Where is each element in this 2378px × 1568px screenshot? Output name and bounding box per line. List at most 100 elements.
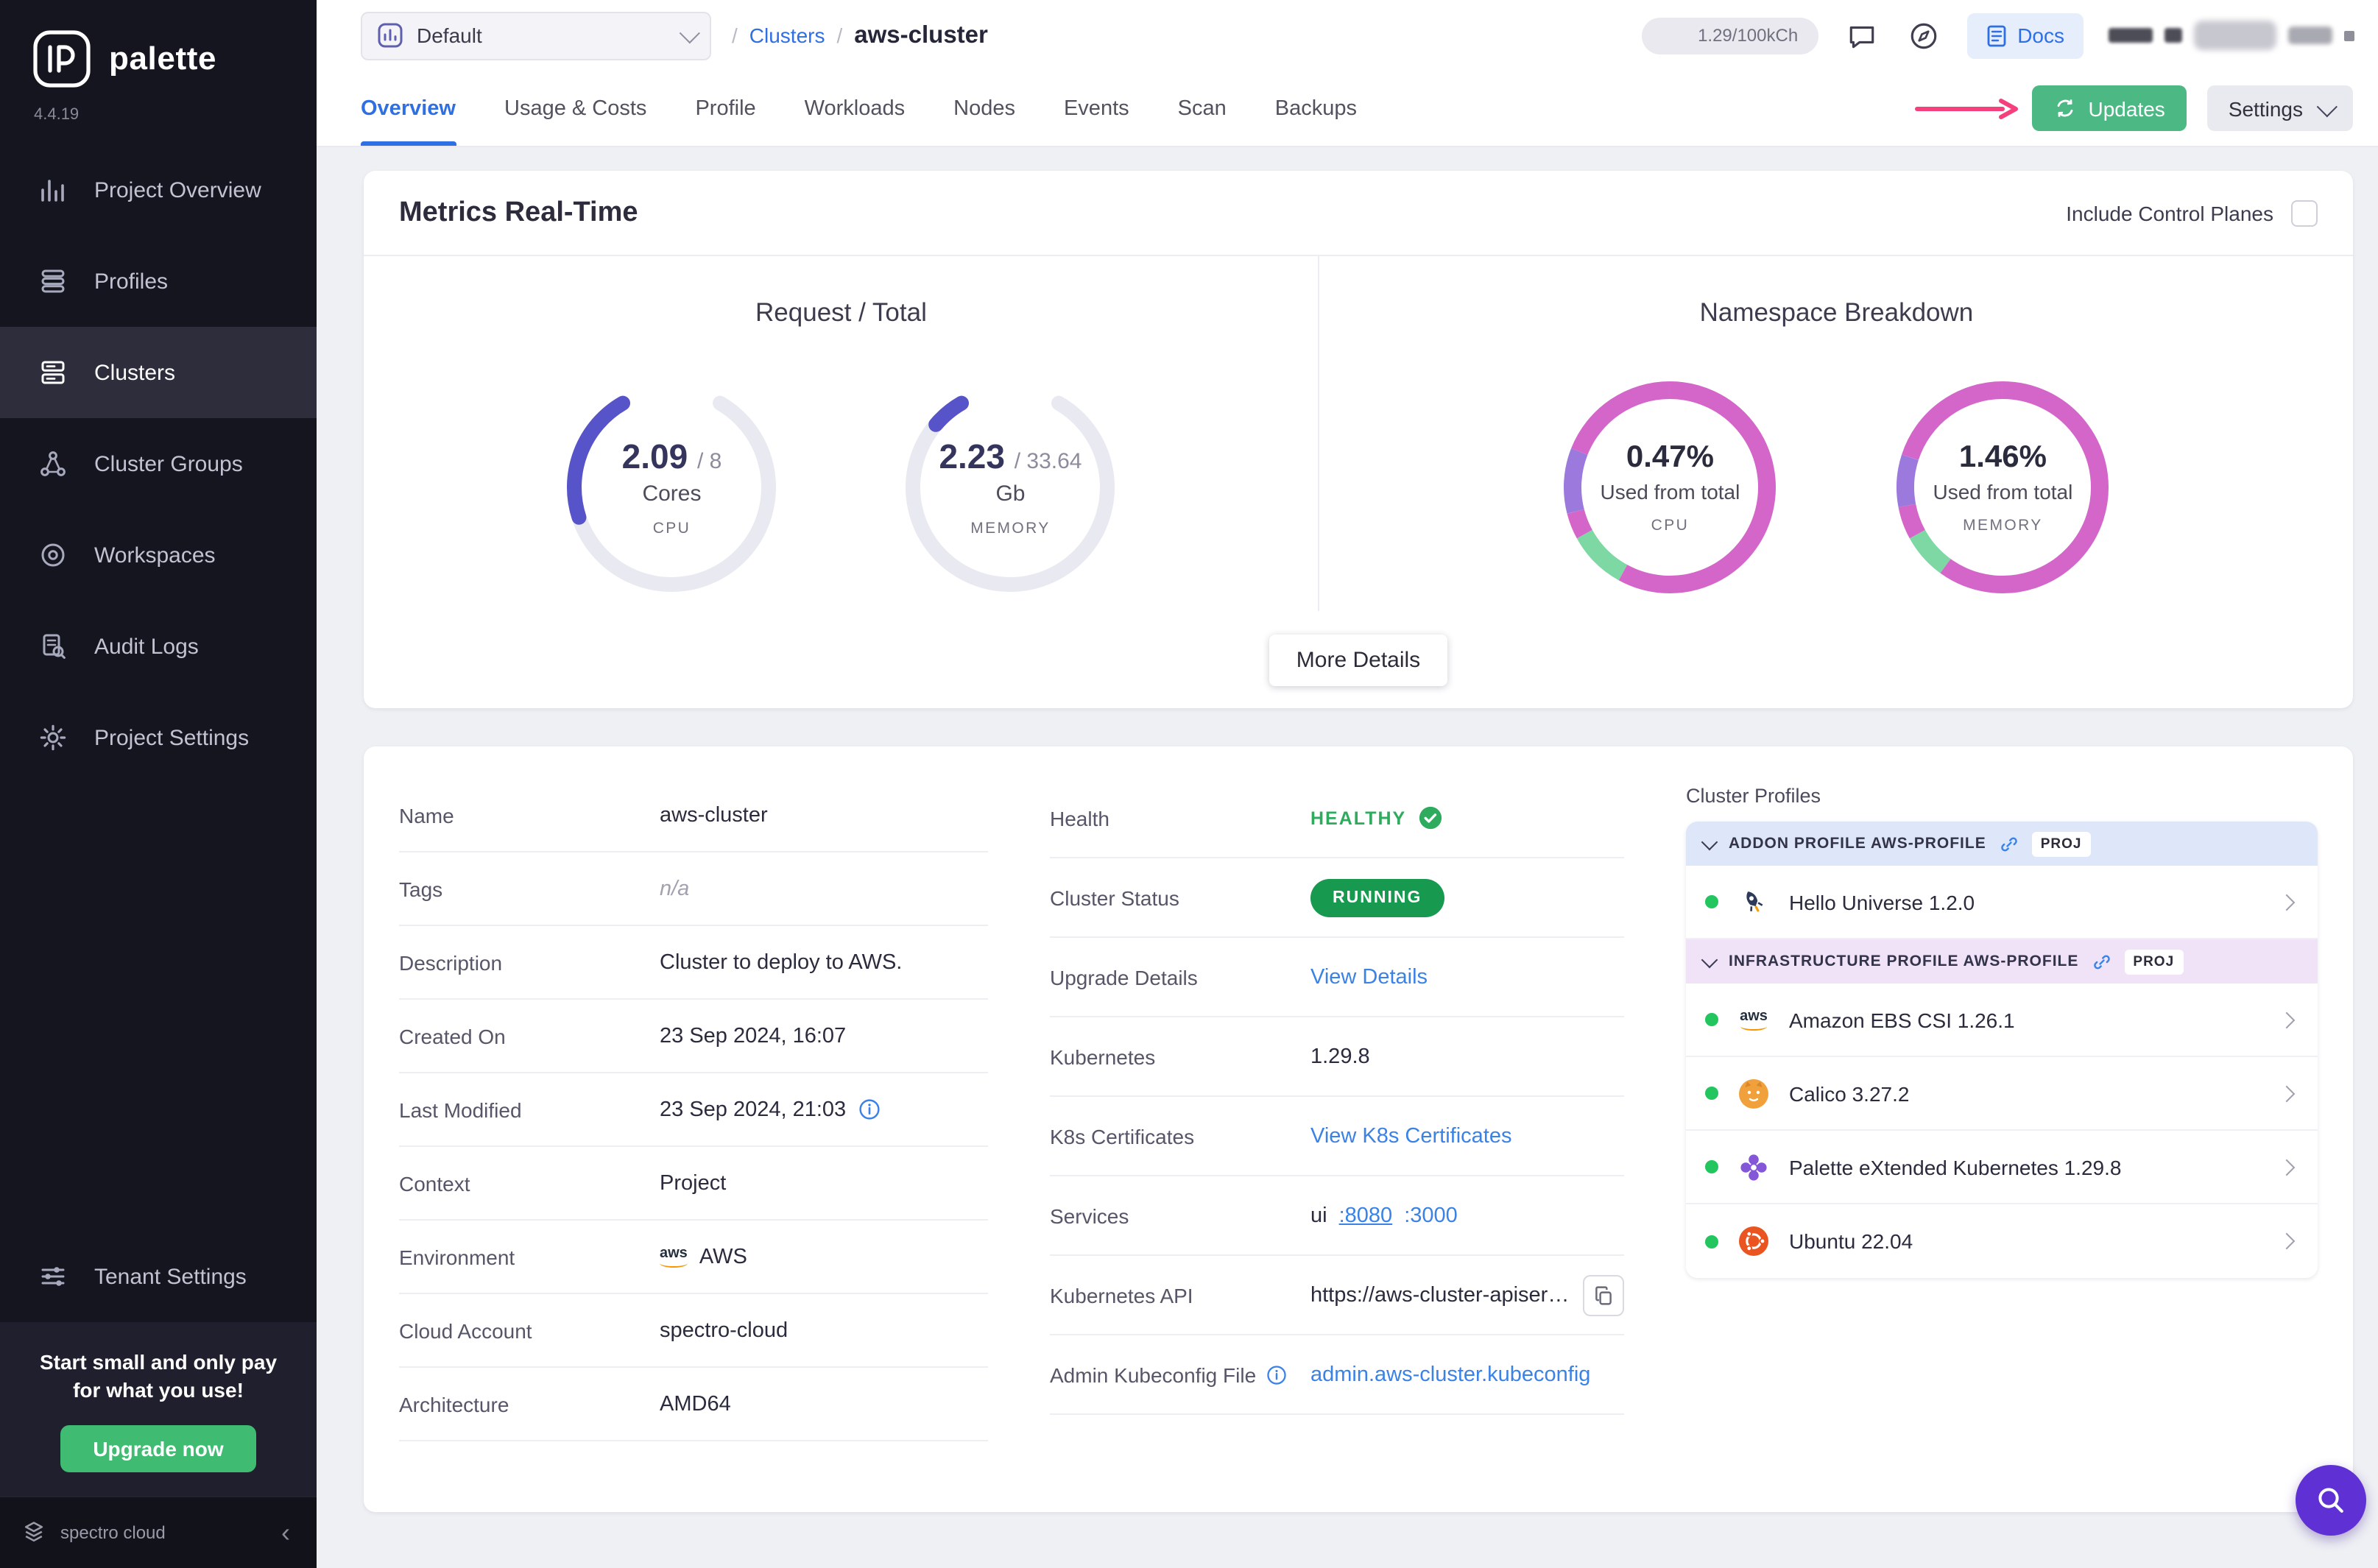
detail-value: Project: [660, 1171, 727, 1195]
tab-backups[interactable]: Backups: [1275, 71, 1357, 146]
detail-value: spectro-cloud: [660, 1318, 788, 1342]
sidebar-item-clusters[interactable]: Clusters: [0, 327, 317, 418]
copy-icon: [1595, 1285, 1612, 1304]
cluster-profiles-title: Cluster Profiles: [1686, 785, 1821, 807]
settings-button[interactable]: Settings: [2207, 85, 2353, 131]
detail-row-kubernetes-api: Kubernetes API https://aws-cluster-apise…: [1050, 1256, 1624, 1335]
explore-button[interactable]: [1905, 17, 1942, 54]
view-details-link[interactable]: View Details: [1310, 965, 1428, 989]
upgrade-promo: Start small and only pay for what you us…: [0, 1322, 317, 1496]
tabbar-actions: Updates Settings: [1915, 85, 2353, 131]
include-control-planes-checkbox[interactable]: [2291, 199, 2318, 226]
sidebar-item-workspaces[interactable]: Workspaces: [0, 509, 317, 601]
annotation-arrow: [1915, 96, 2021, 120]
spectro-cloud-label: spectro cloud: [60, 1522, 166, 1543]
tab-workloads[interactable]: Workloads: [805, 71, 905, 146]
breadcrumb: / Clusters / aws-cluster: [732, 21, 988, 49]
detail-label: Environment: [399, 1245, 515, 1268]
profile-item-amazon-ebs-csi[interactable]: aws Amazon EBS CSI 1.26.1: [1686, 983, 2318, 1057]
infrastructure-profile-header[interactable]: INFRASTRUCTURE PROFILE AWS-PROFILE PROJ: [1686, 939, 2318, 983]
detail-label: Context: [399, 1171, 470, 1195]
detail-value: 23 Sep 2024, 21:03: [660, 1098, 847, 1121]
detail-value: n/a: [660, 877, 690, 900]
gauge-value: 2.23: [939, 437, 1005, 476]
sidebar-item-project-settings[interactable]: Project Settings: [0, 692, 317, 783]
breadcrumb-current: aws-cluster: [854, 21, 988, 48]
upgrade-now-button[interactable]: Upgrade now: [60, 1425, 256, 1472]
tab-usage-costs[interactable]: Usage & Costs: [504, 71, 646, 146]
sliders-icon: [41, 1267, 65, 1287]
settings-button-label: Settings: [2228, 96, 2303, 120]
sidebar-bottom: Tenant Settings Start small and only pay…: [0, 1231, 317, 1568]
breadcrumb-clusters-link[interactable]: Clusters: [749, 24, 825, 47]
copy-button[interactable]: [1583, 1274, 1624, 1316]
docs-button[interactable]: Docs: [1967, 13, 2084, 58]
target-icon: [41, 543, 65, 567]
collapse-sidebar-button[interactable]: ‹: [275, 1519, 296, 1546]
network-icon: [40, 451, 66, 476]
tab-events[interactable]: Events: [1064, 71, 1129, 146]
assistant-search-fab[interactable]: [2296, 1465, 2366, 1536]
sidebar-item-project-overview[interactable]: Project Overview: [0, 144, 317, 236]
updates-button[interactable]: Updates: [2032, 85, 2187, 131]
service-port-link[interactable]: :3000: [1404, 1204, 1458, 1227]
detail-label: Created On: [399, 1024, 506, 1048]
metrics-card: Metrics Real-Time Include Control Planes…: [364, 171, 2353, 708]
more-details-button[interactable]: More Details: [1269, 634, 1447, 685]
tab-overview[interactable]: Overview: [361, 71, 456, 146]
sidebar-item-tenant-settings[interactable]: Tenant Settings: [0, 1231, 317, 1322]
sidebar-item-profiles[interactable]: Profiles: [0, 236, 317, 327]
redacted-user-info: [2109, 21, 2354, 50]
promo-line1: Start small and only pay: [39, 1350, 278, 1374]
info-icon[interactable]: [858, 1098, 880, 1120]
detail-row-health: Health HEALTHY: [1050, 779, 1624, 858]
kubeconfig-link[interactable]: admin.aws-cluster.kubeconfig: [1310, 1363, 1590, 1386]
addon-profile-header[interactable]: ADDON PROFILE AWS-PROFILE PROJ: [1686, 822, 2318, 866]
aws-logo-icon: aws: [660, 1246, 688, 1267]
profile-item-calico[interactable]: Calico 3.27.2: [1686, 1057, 2318, 1131]
clusters-icon: [41, 361, 65, 384]
memory-donut: 1.46% Used from total MEMORY: [1888, 372, 2117, 602]
profile-item-palette-extended-kubernetes[interactable]: Palette eXtended Kubernetes 1.29.8: [1686, 1131, 2318, 1204]
status-dot: [1705, 1013, 1718, 1026]
project-selector[interactable]: Default: [361, 11, 711, 60]
view-k8s-certificates-link[interactable]: View K8s Certificates: [1310, 1124, 1511, 1148]
detail-row-admin-kubeconfig: Admin Kubeconfig File admin.aws-cluster.…: [1050, 1335, 1624, 1415]
profile-item-ubuntu[interactable]: Ubuntu 22.04: [1686, 1204, 2318, 1278]
sidebar-item-audit-logs[interactable]: Audit Logs: [0, 601, 317, 692]
brand[interactable]: palette: [0, 0, 317, 94]
detail-label: Cluster Status: [1050, 886, 1179, 909]
chevron-right-icon: [2278, 1232, 2296, 1250]
chevron-right-icon: [2278, 1158, 2296, 1176]
profile-group-title: INFRASTRUCTURE PROFILE AWS-PROFILE: [1729, 953, 2079, 970]
detail-label: Services: [1050, 1204, 1129, 1227]
chat-button[interactable]: [1844, 17, 1880, 54]
service-port-link[interactable]: :8080: [1339, 1204, 1393, 1227]
detail-row-tags: Tags n/a: [399, 852, 988, 926]
link-icon: [2093, 954, 2110, 969]
detail-row-kubernetes: Kubernetes 1.29.8: [1050, 1017, 1624, 1097]
bar-chart-icon: [41, 180, 64, 202]
redacted-item: [2288, 27, 2332, 44]
gauge-text: 2.09 / 8 Cores CPU: [557, 372, 786, 602]
project-selector-value: Default: [417, 24, 482, 47]
info-icon[interactable]: [1266, 1364, 1287, 1385]
cluster-profiles-column: Cluster Profiles ADDON PROFILE AWS-PROFI…: [1686, 779, 2318, 1512]
sidebar-item-label: Audit Logs: [94, 634, 199, 659]
sidebar-item-label: Profiles: [94, 269, 169, 294]
aws-logo-icon: aws: [1735, 1000, 1773, 1039]
check-circle-icon: [1419, 806, 1442, 830]
metrics-body: Request / Total 2.09 / 8 Cores CPU 2.23 …: [364, 256, 2353, 611]
tab-nodes[interactable]: Nodes: [953, 71, 1015, 146]
sidebar-item-cluster-groups[interactable]: Cluster Groups: [0, 418, 317, 509]
tab-profile[interactable]: Profile: [695, 71, 755, 146]
redacted-item: [2194, 21, 2276, 50]
main-area: Default / Clusters / aws-cluster 1.29/10…: [317, 0, 2378, 1568]
gauge-unit: Cores: [642, 481, 702, 506]
status-dot: [1705, 1087, 1718, 1100]
tab-scan[interactable]: Scan: [1178, 71, 1227, 146]
profile-item-hello-universe[interactable]: Hello Universe 1.2.0: [1686, 866, 2318, 939]
donut-text: 1.46% Used from total MEMORY: [1888, 372, 2117, 602]
profile-item-name: Hello Universe 1.2.0: [1789, 890, 1975, 914]
detail-label: Name: [399, 803, 454, 827]
